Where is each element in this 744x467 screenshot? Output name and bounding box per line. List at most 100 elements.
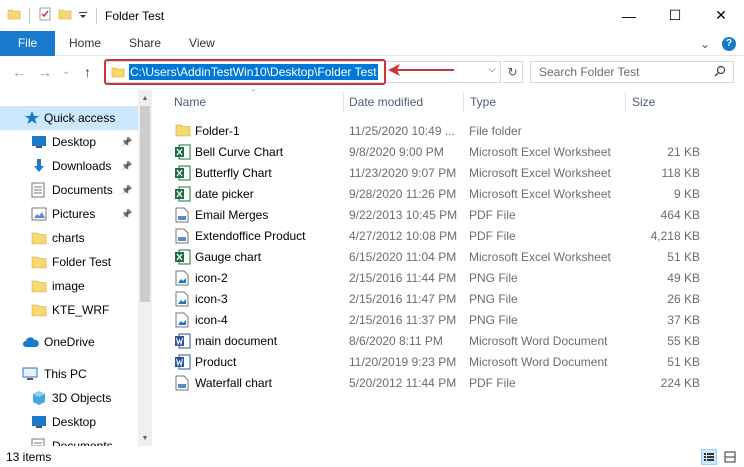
sidebar-item-desktop[interactable]: Desktop 📌	[0, 130, 138, 154]
table-row[interactable]: Gauge chart 6/15/2020 11:04 PM Microsoft E…	[170, 247, 704, 268]
refresh-button[interactable]: ↻	[503, 61, 523, 83]
minimize-button[interactable]: —	[606, 0, 652, 31]
file-name: Folder-1	[195, 124, 240, 138]
table-row[interactable]: icon-4 2/15/2016 11:37 PM PNG File 37 KB	[170, 310, 704, 331]
ribbon-tabs: File Home Share View ⌄ ?	[0, 30, 744, 56]
back-button[interactable]: ←	[12, 64, 26, 80]
table-row[interactable]: icon-2 2/15/2016 11:44 PM PNG File 49 KB	[170, 268, 704, 289]
sidebar-item-pictures[interactable]: Pictures 📌	[0, 202, 138, 226]
maximize-button[interactable]: ☐	[652, 0, 698, 31]
file-date: 11/23/2020 9:07 PM	[349, 166, 457, 180]
large-icons-view-icon[interactable]	[722, 449, 738, 465]
sidebar-item-label: Folder Test	[52, 255, 112, 269]
sidebar-item-onedrive[interactable]: OneDrive	[0, 330, 138, 354]
column-header-name[interactable]: Name	[174, 90, 206, 114]
file-size: 9 KB	[673, 187, 700, 201]
table-row[interactable]: Email Merges 9/22/2013 10:45 PM PDF File 46…	[170, 205, 704, 226]
search-input[interactable]: Search Folder Test	[530, 61, 734, 83]
sidebar-item-label: Documents	[52, 439, 113, 446]
column-header-date[interactable]: Date modified	[349, 90, 423, 114]
file-type: Microsoft Word Document	[469, 355, 608, 369]
file-date: 2/15/2016 11:44 PM	[349, 271, 457, 285]
column-header-type[interactable]: Type	[470, 90, 496, 114]
sidebar-item-downloads[interactable]: Downloads 📌	[0, 154, 138, 178]
sidebar-item-documents[interactable]: Documents 📌	[0, 178, 138, 202]
file-name: icon-4	[195, 313, 228, 327]
sidebar-item-label: Quick access	[44, 111, 116, 125]
file-date: 9/22/2013 10:45 PM	[349, 208, 458, 222]
tab-share[interactable]: Share	[115, 31, 175, 56]
folder-icon	[7, 7, 21, 24]
close-button[interactable]: ✕	[698, 0, 744, 31]
sidebar-item-documents[interactable]: Documents	[0, 434, 138, 446]
pin-icon: 📌	[121, 184, 133, 195]
cube-icon	[31, 390, 47, 406]
pin-icon: 📌	[121, 208, 133, 219]
sidebar-item-label: 3D Objects	[52, 391, 112, 405]
word-icon	[175, 333, 191, 352]
table-row[interactable]: Bell Curve Chart 9/8/2020 9:00 PM Microsof…	[170, 142, 704, 163]
sidebar-item-label: This PC	[44, 367, 87, 381]
file-name: date picker	[195, 187, 254, 201]
file-size: 51 KB	[667, 355, 700, 369]
forward-button[interactable]: →	[38, 64, 52, 80]
file-type: Microsoft Excel Worksheet	[469, 145, 611, 159]
new-folder-icon[interactable]	[58, 7, 72, 24]
excel-icon	[175, 165, 191, 184]
file-size: 21 KB	[667, 145, 700, 159]
table-row[interactable]: Waterfall chart 5/20/2012 11:44 PM PDF Fil…	[170, 373, 704, 394]
file-date: 11/25/2020 10:49 ...	[349, 124, 455, 138]
expand-ribbon-icon[interactable]: ⌄	[700, 37, 710, 51]
file-date: 4/27/2012 10:08 PM	[349, 229, 458, 243]
table-row[interactable]: Extendoffice Product 4/27/2012 10:08 PM PD…	[170, 226, 704, 247]
column-header-size[interactable]: Size	[632, 90, 655, 114]
sidebar-item-label: charts	[52, 231, 85, 245]
address-path[interactable]: C:\Users\AddinTestWin10\Desktop\Folder T…	[129, 64, 378, 80]
help-icon[interactable]: ?	[722, 36, 736, 51]
properties-icon[interactable]	[38, 7, 52, 24]
scrollbar-thumb[interactable]	[140, 106, 150, 302]
tab-home[interactable]: Home	[55, 31, 115, 56]
table-row[interactable]: Folder-1 11/25/2020 10:49 ... File folder	[170, 121, 704, 142]
sidebar-item-quick-access[interactable]: Quick access	[0, 106, 138, 130]
file-date: 2/15/2016 11:47 PM	[349, 292, 457, 306]
file-type: PNG File	[469, 271, 518, 285]
address-dropdown-icon[interactable]: ⌵	[488, 64, 496, 75]
sidebar-item-label: OneDrive	[44, 335, 95, 349]
table-row[interactable]: Product 11/20/2019 9:23 PM Microsoft Word …	[170, 352, 704, 373]
tab-file[interactable]: File	[0, 30, 55, 56]
file-name: icon-3	[195, 292, 228, 306]
table-row[interactable]: icon-3 2/15/2016 11:47 PM PNG File 26 KB	[170, 289, 704, 310]
details-view-icon[interactable]	[701, 449, 717, 465]
table-row[interactable]: date picker 9/28/2020 11:26 PM Microsoft E…	[170, 184, 704, 205]
documents-icon	[31, 182, 45, 198]
tab-view[interactable]: View	[175, 31, 229, 56]
file-type: PNG File	[469, 313, 518, 327]
nav-scrollbar[interactable]: ▲ ▼	[138, 90, 152, 446]
table-row[interactable]: Butterfly Chart 11/23/2020 9:07 PM Microso…	[170, 163, 704, 184]
sidebar-item-desktop[interactable]: Desktop	[0, 410, 138, 434]
sidebar-item-folder-test[interactable]: Folder Test	[0, 250, 138, 274]
desktop-icon	[31, 415, 47, 429]
excel-icon	[175, 144, 191, 163]
recent-locations-button[interactable]: ⌄	[62, 66, 70, 77]
sidebar-item-kte-wrf[interactable]: KTE_WRF	[0, 298, 138, 322]
sidebar-item-label: image	[52, 279, 85, 293]
sidebar-item-image[interactable]: image	[0, 274, 138, 298]
image-icon	[175, 312, 189, 331]
sidebar-item-3d-objects[interactable]: 3D Objects	[0, 386, 138, 410]
file-name: Gauge chart	[195, 250, 262, 264]
file-name: Butterfly Chart	[195, 166, 272, 180]
file-date: 8/6/2020 8:11 PM	[349, 334, 443, 348]
customize-toolbar-icon[interactable]	[78, 9, 88, 23]
search-icon[interactable]	[714, 65, 738, 80]
up-button[interactable]: ↑	[84, 64, 91, 80]
desktop-icon	[31, 135, 47, 149]
sort-ascending-icon: ⌃	[250, 88, 257, 97]
file-name: Email Merges	[195, 208, 269, 222]
file-date: 9/28/2020 11:26 PM	[349, 187, 457, 201]
sidebar-item-charts[interactable]: charts	[0, 226, 138, 250]
sidebar-item-this-pc[interactable]: This PC	[0, 362, 138, 386]
file-size: 118 KB	[661, 166, 700, 180]
table-row[interactable]: main document 8/6/2020 8:11 PM Microsoft W…	[170, 331, 704, 352]
